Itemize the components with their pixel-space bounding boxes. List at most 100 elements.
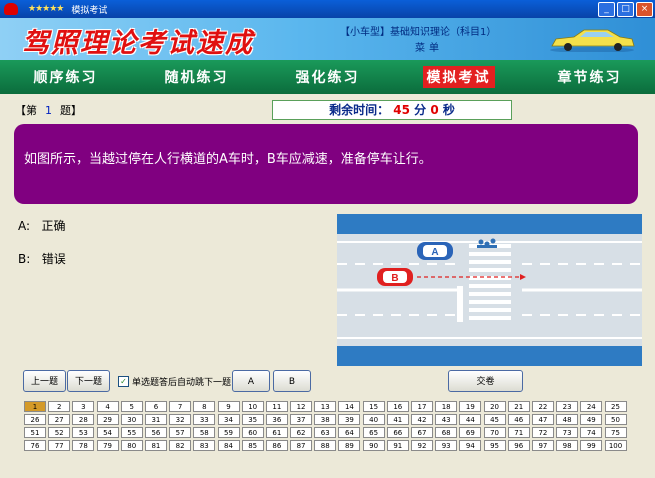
question-cell[interactable]: 93 [435, 440, 458, 451]
question-cell[interactable]: 38 [314, 414, 337, 425]
question-cell[interactable]: 95 [483, 440, 506, 451]
answer-b-button[interactable]: B [273, 370, 311, 392]
question-cell[interactable]: 96 [507, 440, 530, 451]
question-cell[interactable]: 99 [580, 440, 603, 451]
question-cell[interactable]: 50 [604, 414, 627, 425]
question-cell[interactable]: 77 [48, 440, 71, 451]
question-cell[interactable]: 25 [604, 401, 627, 412]
question-cell[interactable]: 92 [411, 440, 433, 451]
question-cell[interactable]: 86 [265, 440, 288, 451]
question-cell[interactable]: 19 [459, 401, 482, 412]
question-cell[interactable]: 51 [24, 427, 46, 438]
question-cell[interactable]: 10 [241, 401, 264, 412]
question-cell[interactable]: 36 [265, 414, 288, 425]
question-cell[interactable]: 16 [386, 401, 409, 412]
question-cell[interactable]: 42 [411, 414, 433, 425]
nav-mock-exam[interactable]: 模拟考试 [422, 66, 495, 88]
question-cell[interactable]: 43 [435, 414, 458, 425]
question-cell[interactable]: 32 [169, 414, 192, 425]
question-cell[interactable]: 64 [338, 427, 361, 438]
question-cell[interactable]: 40 [362, 414, 385, 425]
question-cell[interactable]: 100 [604, 440, 627, 451]
menu-button[interactable]: 菜单 [415, 39, 443, 54]
question-cell[interactable]: 72 [531, 427, 554, 438]
question-cell[interactable]: 81 [144, 440, 167, 451]
question-cell[interactable]: 61 [265, 427, 288, 438]
minimize-button[interactable]: _ [598, 2, 615, 17]
question-cell[interactable]: 37 [290, 414, 313, 425]
question-cell[interactable]: 97 [531, 440, 554, 451]
question-cell[interactable]: 9 [217, 401, 240, 412]
prev-question-button[interactable]: 上一题 [23, 370, 66, 392]
question-cell[interactable]: 17 [411, 401, 433, 412]
question-cell[interactable]: 70 [483, 427, 506, 438]
question-cell[interactable]: 14 [338, 401, 361, 412]
question-cell[interactable]: 13 [314, 401, 337, 412]
question-cell[interactable]: 52 [48, 427, 71, 438]
question-cell[interactable]: 56 [144, 427, 167, 438]
question-cell[interactable]: 55 [120, 427, 143, 438]
question-cell[interactable]: 88 [314, 440, 337, 451]
question-cell[interactable]: 62 [290, 427, 313, 438]
question-cell[interactable]: 91 [386, 440, 409, 451]
close-button[interactable]: × [636, 2, 653, 17]
question-cell[interactable]: 60 [241, 427, 264, 438]
question-cell[interactable]: 21 [507, 401, 530, 412]
question-cell[interactable]: 22 [531, 401, 554, 412]
question-cell[interactable]: 2 [48, 401, 71, 412]
question-cell[interactable]: 75 [604, 427, 627, 438]
question-cell[interactable]: 5 [120, 401, 143, 412]
question-cell[interactable]: 41 [386, 414, 409, 425]
next-question-button[interactable]: 下一题 [67, 370, 110, 392]
question-cell[interactable]: 3 [72, 401, 95, 412]
question-cell[interactable]: 34 [217, 414, 240, 425]
question-cell[interactable]: 71 [507, 427, 530, 438]
question-cell[interactable]: 6 [144, 401, 167, 412]
maximize-button[interactable]: □ [617, 2, 634, 17]
question-cell[interactable]: 47 [531, 414, 554, 425]
option-b[interactable]: B: 错误 [18, 250, 66, 267]
question-cell[interactable]: 4 [96, 401, 119, 412]
option-a[interactable]: A: 正确 [18, 217, 66, 234]
question-cell[interactable]: 89 [338, 440, 361, 451]
question-cell[interactable]: 82 [169, 440, 192, 451]
question-cell[interactable]: 48 [556, 414, 579, 425]
question-cell[interactable]: 23 [556, 401, 579, 412]
question-cell[interactable]: 83 [193, 440, 216, 451]
question-cell[interactable]: 45 [483, 414, 506, 425]
question-cell[interactable]: 54 [96, 427, 119, 438]
question-cell[interactable]: 12 [290, 401, 313, 412]
question-cell[interactable]: 28 [72, 414, 95, 425]
question-cell[interactable]: 90 [362, 440, 385, 451]
question-cell[interactable]: 58 [193, 427, 216, 438]
question-cell[interactable]: 33 [193, 414, 216, 425]
question-cell[interactable]: 29 [96, 414, 119, 425]
question-cell[interactable]: 30 [120, 414, 143, 425]
question-cell[interactable]: 67 [411, 427, 433, 438]
question-cell[interactable]: 39 [338, 414, 361, 425]
question-cell[interactable]: 94 [459, 440, 482, 451]
question-cell[interactable]: 18 [435, 401, 458, 412]
question-cell[interactable]: 7 [169, 401, 192, 412]
question-cell[interactable]: 31 [144, 414, 167, 425]
question-cell[interactable]: 76 [24, 440, 46, 451]
question-cell[interactable]: 80 [120, 440, 143, 451]
question-cell[interactable]: 98 [556, 440, 579, 451]
submit-exam-button[interactable]: 交卷 [448, 370, 523, 392]
question-cell[interactable]: 78 [72, 440, 95, 451]
question-cell[interactable]: 1 [24, 401, 46, 412]
question-cell[interactable]: 73 [556, 427, 579, 438]
nav-sequential-practice[interactable]: 顺序练习 [30, 66, 102, 88]
auto-next-checkbox[interactable]: ✓ 单选题答后自动跳下一题 [118, 375, 231, 388]
question-cell[interactable]: 66 [386, 427, 409, 438]
question-cell[interactable]: 11 [265, 401, 288, 412]
question-cell[interactable]: 49 [580, 414, 603, 425]
question-cell[interactable]: 53 [72, 427, 95, 438]
nav-chapter-practice[interactable]: 章节练习 [554, 66, 626, 88]
nav-intensive-practice[interactable]: 强化练习 [292, 66, 364, 88]
answer-a-button[interactable]: A [232, 370, 270, 392]
question-cell[interactable]: 46 [507, 414, 530, 425]
question-cell[interactable]: 20 [483, 401, 506, 412]
question-cell[interactable]: 79 [96, 440, 119, 451]
question-cell[interactable]: 84 [217, 440, 240, 451]
